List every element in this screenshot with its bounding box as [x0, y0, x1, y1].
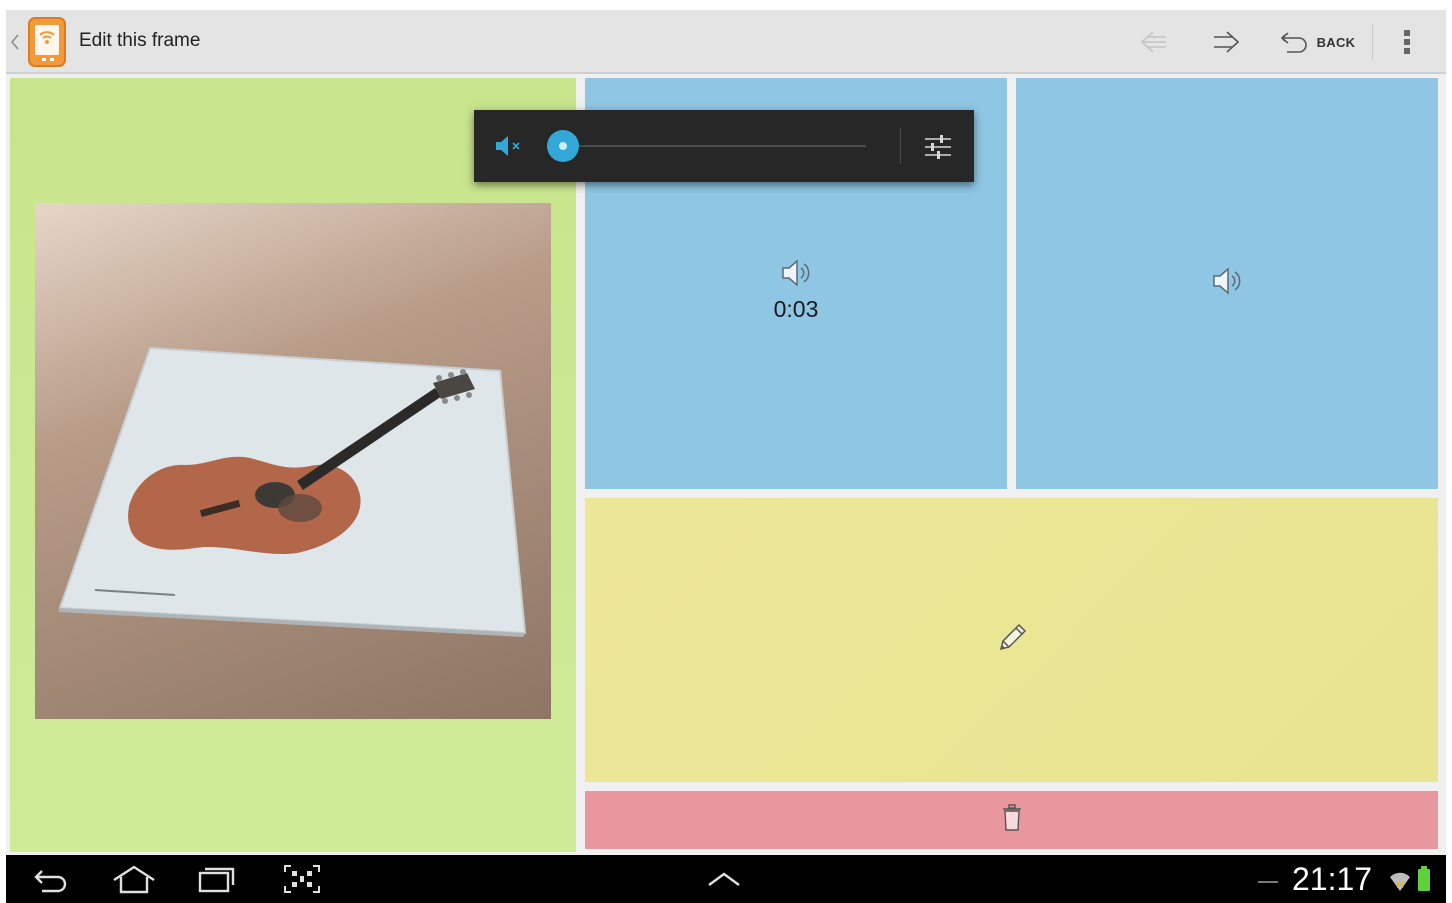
action-bar-divider [1372, 24, 1373, 60]
page-title: Edit this frame [79, 30, 201, 51]
app-icon-dots [42, 58, 54, 61]
battery-icon [1418, 866, 1430, 891]
app-icon[interactable] [28, 17, 66, 67]
volume-divider [900, 128, 901, 164]
equalizer-settings-icon[interactable] [923, 132, 953, 166]
back-icon[interactable] [32, 863, 72, 899]
text-panel[interactable] [585, 498, 1438, 782]
undo-back-icon [1280, 32, 1307, 53]
pencil-icon [995, 621, 1029, 659]
volume-slider-track[interactable] [564, 145, 866, 147]
action-bar: Edit this frame BACK [6, 10, 1446, 74]
app-icon-screen [35, 25, 59, 55]
next-button[interactable] [1209, 24, 1243, 60]
previous-button[interactable] [1138, 24, 1170, 60]
guitar-photo[interactable] [35, 203, 551, 719]
overflow-menu-button[interactable] [1396, 24, 1418, 60]
arrow-left-icon [1140, 31, 1166, 53]
speaker-icon [779, 256, 813, 294]
delete-panel[interactable] [585, 791, 1438, 849]
volume-popup [474, 110, 974, 182]
home-icon[interactable] [110, 863, 158, 899]
back-button[interactable]: BACK [1272, 24, 1362, 60]
system-navigation-bar: 21:17 [6, 855, 1446, 903]
screenshot-icon[interactable] [282, 863, 322, 899]
expand-up-icon[interactable] [706, 869, 742, 893]
audio-panel-2[interactable] [1016, 78, 1438, 489]
speaker-icon [1210, 264, 1244, 302]
recent-apps-icon[interactable] [196, 863, 236, 899]
speaker-muted-icon[interactable] [494, 134, 528, 162]
audio-duration: 0:03 [773, 296, 819, 322]
trash-icon [1001, 803, 1023, 837]
overflow-menu-icon [1404, 30, 1410, 54]
clock-separator [1258, 881, 1278, 883]
wifi-icon [1388, 869, 1412, 897]
image-panel[interactable] [10, 78, 576, 852]
arrow-right-icon [1214, 31, 1240, 53]
up-caret-icon[interactable] [10, 32, 22, 52]
app-screen: Edit this frame BACK 0:03 21:17 [6, 10, 1446, 903]
clock[interactable]: 21:17 [1292, 861, 1372, 898]
back-label: BACK [1316, 34, 1356, 50]
volume-slider-thumb[interactable] [547, 130, 579, 162]
